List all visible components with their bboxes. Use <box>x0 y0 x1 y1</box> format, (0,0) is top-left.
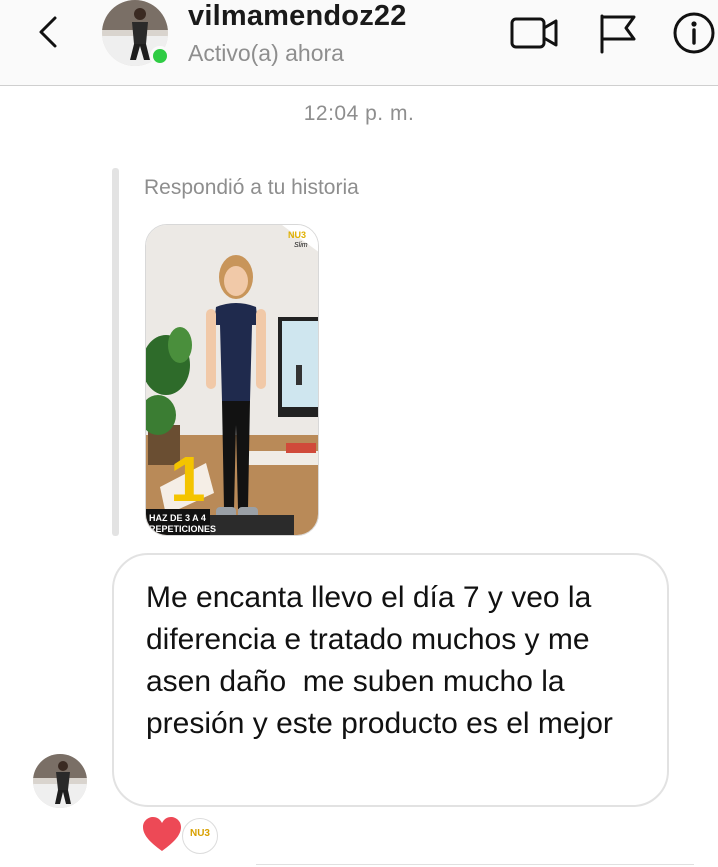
sender-avatar[interactable] <box>33 754 87 808</box>
message-timestamp: 12:04 p. m. <box>303 102 415 125</box>
reply-indicator-bar <box>112 168 119 536</box>
heart-reaction-icon[interactable] <box>142 816 182 854</box>
step-number: 1 <box>170 443 206 515</box>
profile-avatar-group[interactable] <box>102 0 172 66</box>
message-text: Me encanta llevo el día 7 y veo la difer… <box>146 581 613 740</box>
message-bubble[interactable]: Me encanta llevo el día 7 y veo la difer… <box>112 553 669 807</box>
back-chevron-icon[interactable] <box>30 12 70 52</box>
video-call-icon[interactable] <box>508 10 560 56</box>
username[interactable]: vilmamendoz22 <box>188 0 407 33</box>
online-status-dot <box>150 46 170 66</box>
story-thumbnail[interactable]: 1 HAZ DE 3 A 4 REPETICIONES NU3 Slim <box>145 224 319 536</box>
chat-header: vilmamendoz22 Activo(a) ahora <box>0 0 718 86</box>
brand-reaction-label: NU3 <box>189 828 210 839</box>
story-reply-label: Respondió a tu historia <box>144 176 359 199</box>
divider <box>256 864 694 865</box>
story-caption-line: REPETICIONES <box>149 524 216 534</box>
story-brand-badge: NU3 <box>288 230 306 240</box>
story-brand-badge-sub: Slim <box>294 242 308 249</box>
brand-reaction-badge[interactable]: NU3 <box>182 818 218 854</box>
info-icon[interactable] <box>668 10 718 56</box>
active-status: Activo(a) ahora <box>188 40 344 66</box>
story-caption-line: HAZ DE 3 A 4 <box>149 513 206 523</box>
flag-icon[interactable] <box>594 10 646 56</box>
